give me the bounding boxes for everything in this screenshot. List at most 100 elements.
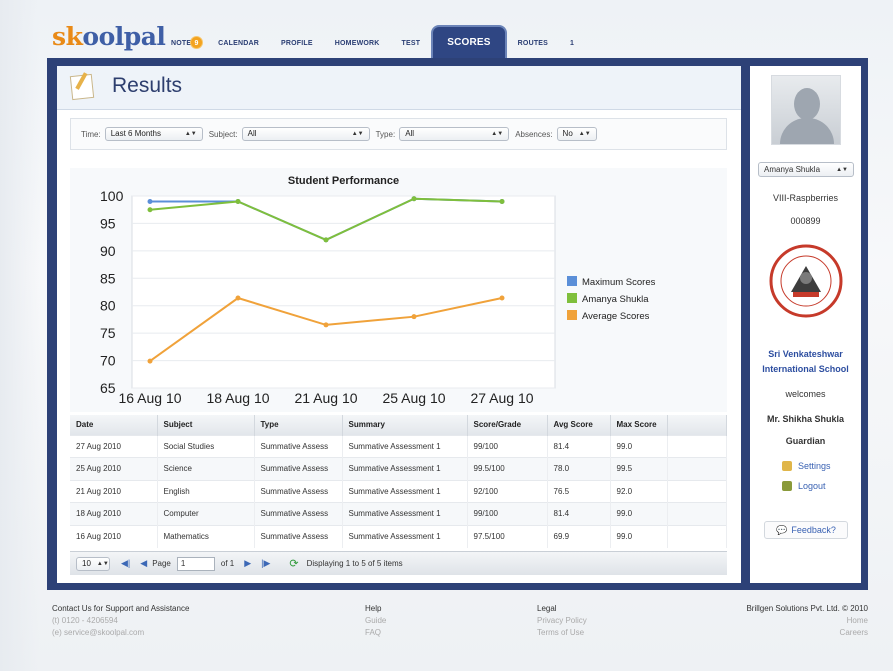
col-summary[interactable]: Summary xyxy=(342,415,468,435)
time-select[interactable]: Last 6 Months ▲▼ xyxy=(104,127,203,141)
careers-link[interactable]: Careers xyxy=(746,627,868,639)
table-cell: Social Studies xyxy=(157,434,255,458)
y-tick-label: 65 xyxy=(100,380,116,396)
table-row[interactable]: 16 Aug 2010 Mathematics Summative Assess Su… xyxy=(70,524,727,548)
data-point xyxy=(411,314,417,320)
results-table: Date Subject Type Summary Score/Grade Av… xyxy=(70,415,727,548)
col-subject[interactable]: Subject xyxy=(157,415,255,435)
footer-contact: Contact Us for Support and Assistance (t… xyxy=(52,603,189,639)
table-cell: 21 Aug 2010 xyxy=(70,479,158,503)
logo-rest: oolpal xyxy=(82,22,166,51)
avatar xyxy=(771,75,841,145)
table-row[interactable]: 21 Aug 2010 English Summative Assess Summat… xyxy=(70,479,727,503)
legend-label: Maximum Scores xyxy=(582,277,656,288)
col-max[interactable]: Max Score xyxy=(610,415,668,435)
select-arrows-icon: ▲▼ xyxy=(491,131,504,137)
col-type[interactable]: Type xyxy=(254,415,343,435)
col-score[interactable]: Score/Grade xyxy=(467,415,548,435)
last-page-icon[interactable]: |▶ xyxy=(261,558,270,569)
contact-email[interactable]: (e) service@skoolpal.com xyxy=(52,627,189,639)
type-select-value: All xyxy=(405,129,415,138)
table-cell: English xyxy=(157,479,255,503)
table-cell: 81.4 xyxy=(547,434,611,458)
prev-page-icon[interactable]: ◀ xyxy=(140,558,147,569)
school-name-line2: International School xyxy=(762,364,849,374)
student-select[interactable]: Amanya Shukla ▲▼ xyxy=(758,162,854,177)
footer-legal: Legal Privacy Policy Terms of Use xyxy=(537,603,587,639)
legend-swatch xyxy=(567,293,577,303)
feedback-button[interactable]: 💬 Feedback? xyxy=(764,521,848,539)
chart-title: Student Performance xyxy=(288,175,399,187)
select-arrows-icon: ▲▼ xyxy=(836,166,848,173)
nav-test[interactable]: TEST xyxy=(391,40,432,60)
select-arrows-icon: ▲▼ xyxy=(578,131,591,137)
y-tick-label: 80 xyxy=(100,298,116,314)
contact-phone: (t) 0120 - 4206594 xyxy=(52,616,118,625)
y-tick-label: 100 xyxy=(100,188,124,204)
col-avg[interactable]: Avg Score xyxy=(547,415,611,435)
guide-link[interactable]: Guide xyxy=(365,615,386,627)
school-seal-icon xyxy=(769,244,843,318)
table-cell: 99.0 xyxy=(610,434,668,458)
left-shade xyxy=(0,0,40,671)
col-date[interactable]: Date xyxy=(70,415,158,435)
subject-select-value: All xyxy=(247,129,257,138)
nav-routes[interactable]: ROUTES xyxy=(507,40,559,60)
table-cell: 99/100 xyxy=(467,434,548,458)
time-select-value: Last 6 Months xyxy=(110,129,161,138)
performance-chart-svg: Student Performance 100 95 90 85 80 75 70 6516 A… xyxy=(100,175,656,406)
nav-extra[interactable]: 1 xyxy=(559,40,585,60)
legend-swatch xyxy=(567,276,577,286)
nav-notes[interactable]: 9 NOTES xyxy=(160,36,207,60)
page-number-input[interactable]: 1 xyxy=(176,556,215,571)
main-nav: 9 NOTES CALENDAR PROFILE HOMEWORK TEST SC… xyxy=(160,20,585,60)
table-row[interactable]: 27 Aug 2010 Social Studies Summative Asses… xyxy=(70,434,727,458)
subject-select[interactable]: All ▲▼ xyxy=(241,127,370,141)
nav-scores[interactable]: SCORES xyxy=(431,25,507,60)
settings-link[interactable]: Settings xyxy=(782,461,831,471)
nav-calendar[interactable]: CALENDAR xyxy=(207,40,270,60)
nav-homework[interactable]: HOMEWORK xyxy=(324,40,391,60)
col-filler xyxy=(667,415,727,435)
notes-count-badge: 9 xyxy=(190,36,203,49)
data-point xyxy=(499,198,505,204)
privacy-link[interactable]: Privacy Policy xyxy=(537,615,587,627)
student-id: 000899 xyxy=(790,216,821,226)
table-cell: Summative Assess xyxy=(254,502,343,525)
terms-link[interactable]: Terms of Use xyxy=(537,627,587,639)
table-cell: 69.9 xyxy=(547,524,611,548)
nav-extra-label: 1 xyxy=(570,40,575,47)
speech-bubble-icon: 💬 xyxy=(776,524,788,535)
table-row[interactable]: 25 Aug 2010 Science Summative Assess Summat… xyxy=(70,457,727,480)
data-point xyxy=(323,237,329,243)
table-row[interactable]: 18 Aug 2010 Computer Summative Assess Summa… xyxy=(70,502,727,525)
footer-help: Help Guide FAQ xyxy=(365,603,386,639)
x-tick-label: 18 Aug 10 xyxy=(206,390,269,406)
performance-chart: Student Performance 100 95 90 85 80 75 70 65 16 A… xyxy=(70,168,727,412)
page-size-select[interactable]: 10 ▲▼ xyxy=(76,556,110,571)
absences-label: Absences: xyxy=(515,129,553,139)
settings-label: Settings xyxy=(798,461,831,471)
first-page-icon[interactable]: ◀| xyxy=(121,558,130,569)
table-cell: 97.5/100 xyxy=(467,524,548,548)
table-cell-filler xyxy=(667,502,727,525)
absences-select[interactable]: No ▲▼ xyxy=(556,127,597,141)
table-cell: Summative Assessment 1 xyxy=(342,457,468,480)
data-point xyxy=(147,198,153,204)
table-cell: Summative Assess xyxy=(254,434,343,458)
logout-link[interactable]: Logout xyxy=(782,481,826,491)
refresh-icon[interactable]: ⟳ xyxy=(289,557,298,570)
pagination-bar: 10 ▲▼ ◀| ◀ Page 1 of 1 ▶ |▶ ⟳ Displaying … xyxy=(70,551,727,575)
home-link[interactable]: Home xyxy=(746,615,868,627)
nav-profile[interactable]: PROFILE xyxy=(270,40,324,60)
x-tick-label: 25 Aug 10 xyxy=(382,390,445,406)
next-page-icon[interactable]: ▶ xyxy=(244,558,251,569)
table-cell: Summative Assessment 1 xyxy=(342,524,468,548)
type-select[interactable]: All ▲▼ xyxy=(399,127,510,141)
skoolpal-logo[interactable]: skoolpal xyxy=(52,22,166,51)
nav-calendar-label: CALENDAR xyxy=(218,40,260,47)
faq-link[interactable]: FAQ xyxy=(365,627,386,639)
student-sidebar: Amanya Shukla ▲▼ VIII-Raspberries 000899 … xyxy=(750,66,861,583)
table-cell: 99.0 xyxy=(610,502,668,525)
table-cell: 99.5 xyxy=(610,457,668,480)
